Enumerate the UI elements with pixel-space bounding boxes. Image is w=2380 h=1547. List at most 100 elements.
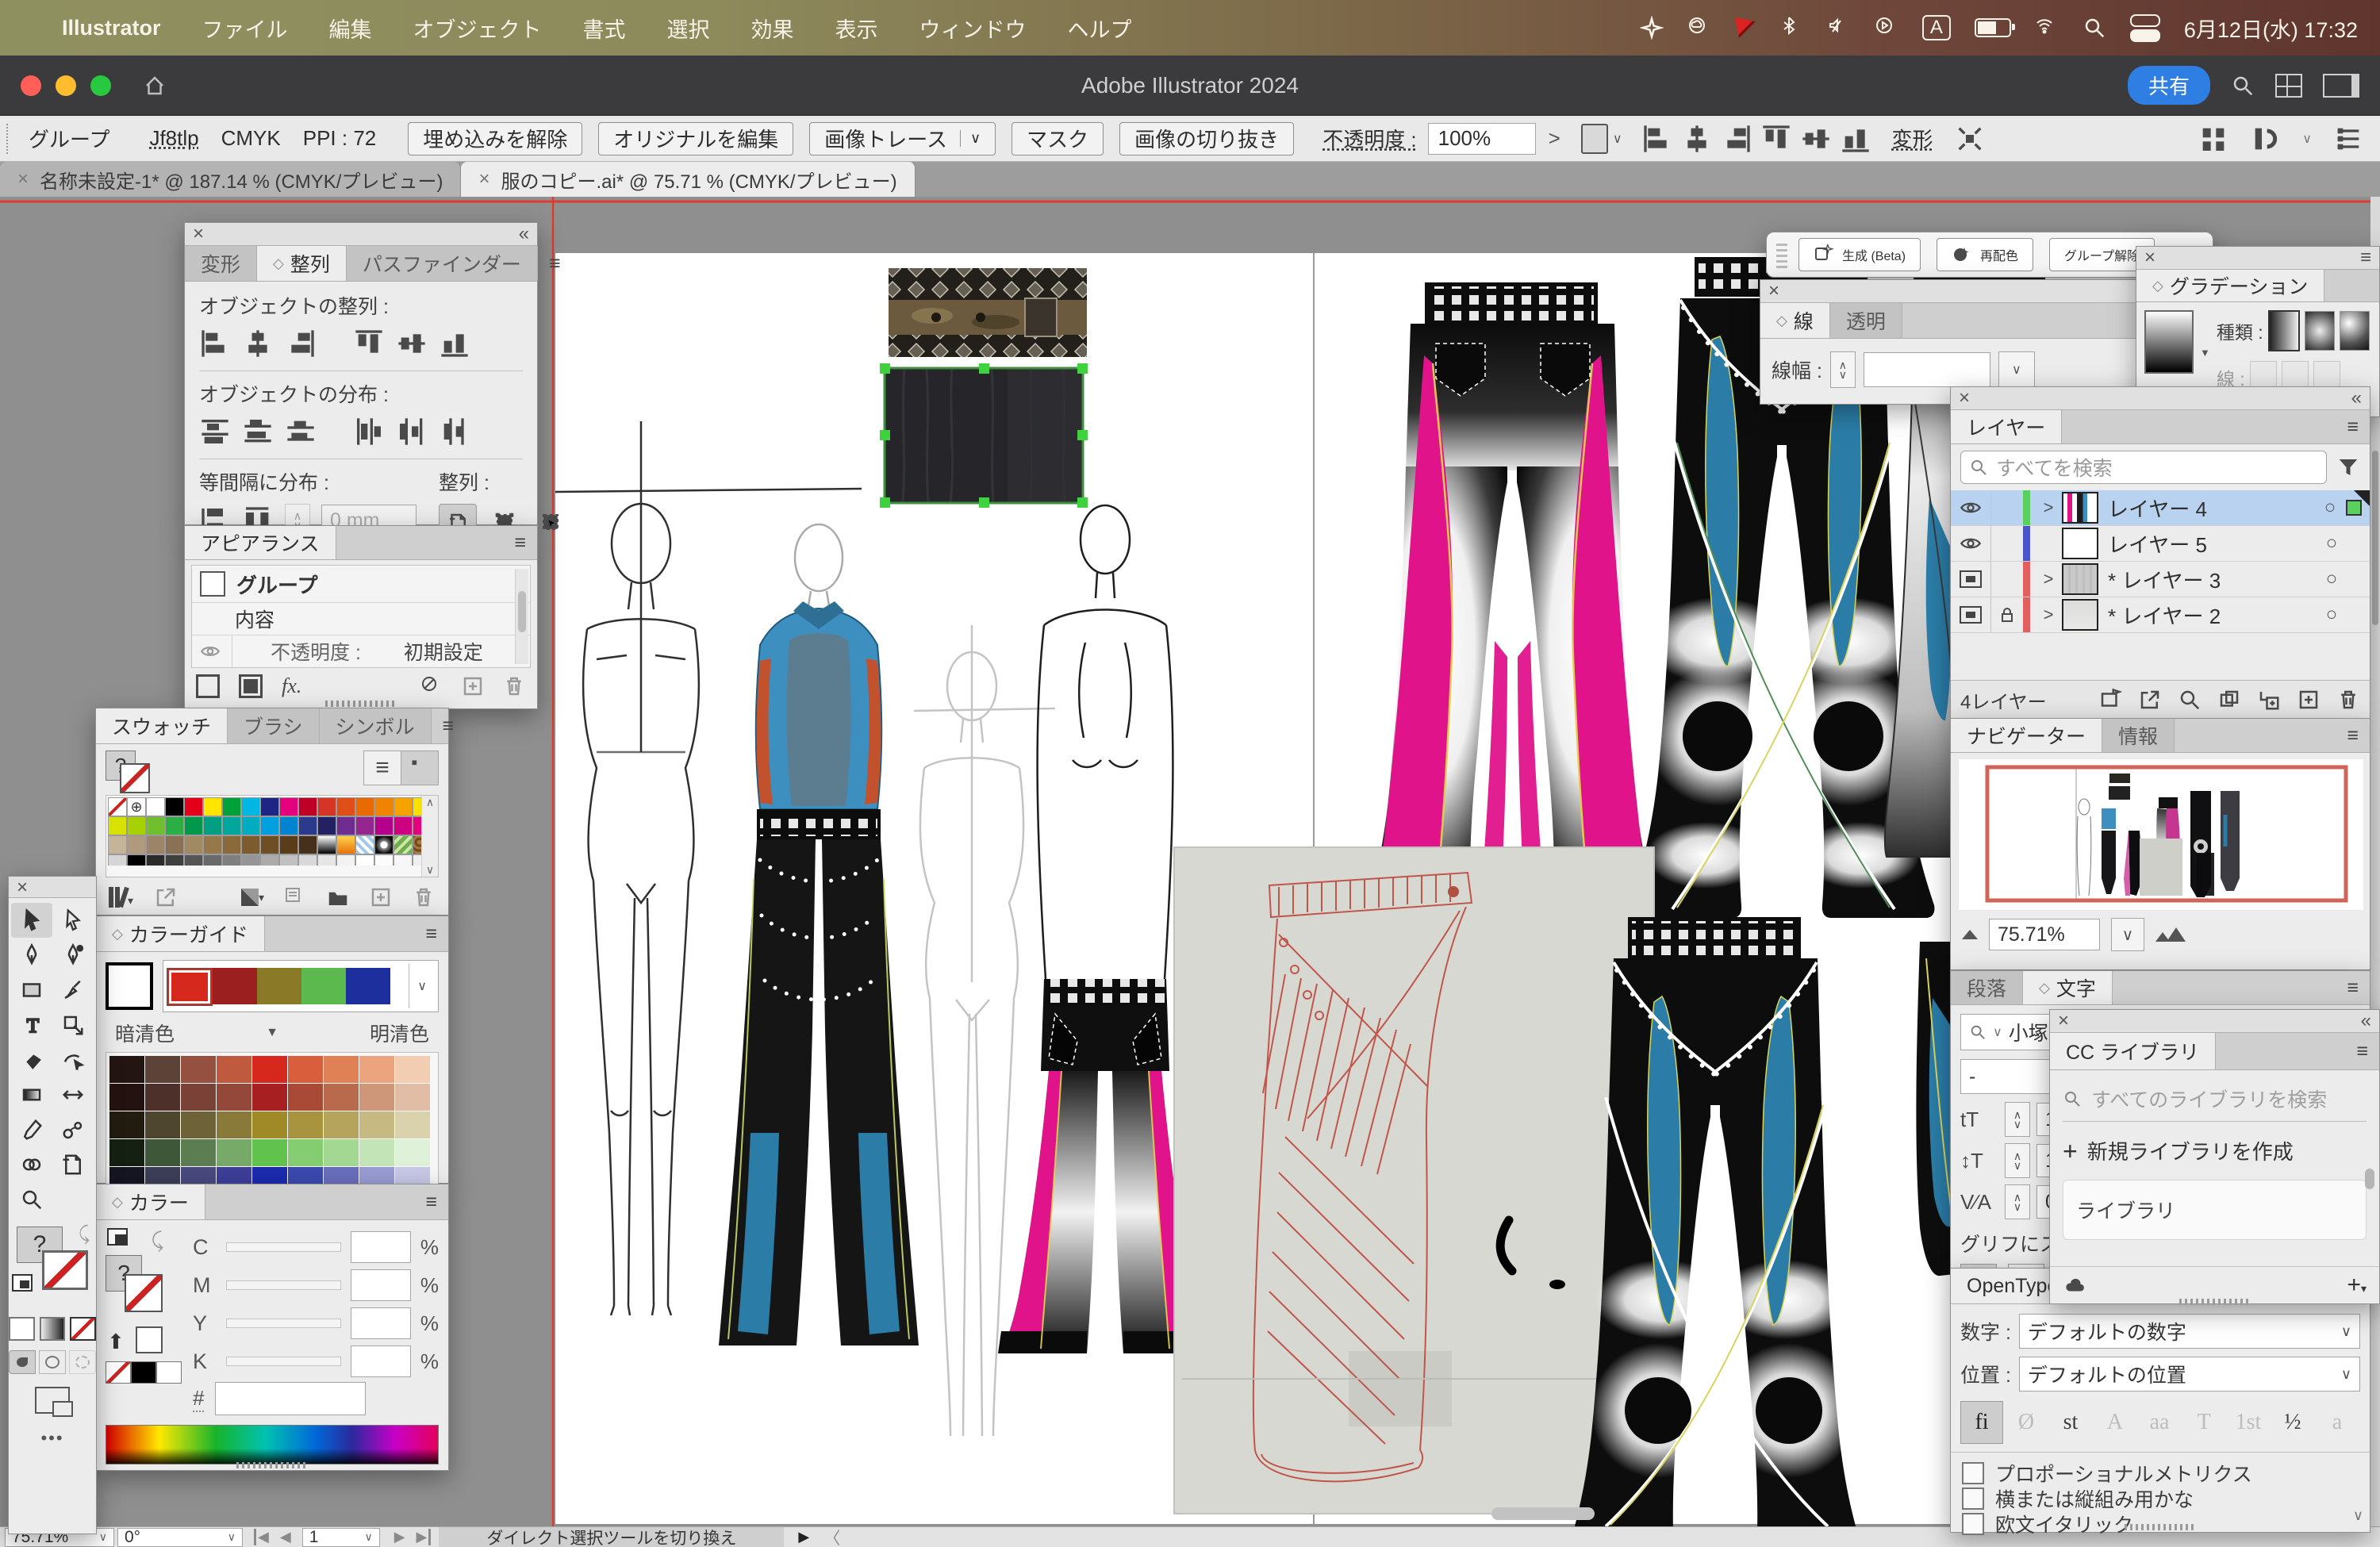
swatch-0-10[interactable] [298, 797, 317, 816]
swatch-2-1[interactable] [127, 835, 146, 854]
checkbox-icon[interactable] [1962, 1488, 1984, 1510]
swatch-3-7[interactable] [241, 854, 260, 866]
layers-filter-icon[interactable] [2336, 455, 2360, 479]
harmony-swatch-1[interactable] [213, 968, 257, 1004]
align-left-icon[interactable] [199, 328, 231, 359]
opentype-glyph-½[interactable]: ½ [2271, 1401, 2314, 1444]
menu-item-1[interactable]: 編集 [309, 13, 393, 44]
wifi-icon[interactable] [2035, 16, 2059, 40]
current-swatch[interactable]: ? [106, 750, 153, 792]
layer-row-レイヤー 4[interactable]: >レイヤー 4○ [1951, 490, 2370, 526]
document-tab-0[interactable]: ×名称未設定-1* @ 187.14 % (CMYK/プレビュー) [0, 162, 461, 197]
opentype-glyph-aa[interactable]: aa [2138, 1401, 2181, 1444]
channel-field-K[interactable] [351, 1345, 411, 1377]
search-icon[interactable] [2231, 74, 2255, 98]
opentype-glyph-st[interactable]: st [2049, 1401, 2092, 1444]
cg-swatch-1-8[interactable] [395, 1084, 430, 1111]
navigator-zoom-dropdown[interactable]: ∨ [2111, 918, 2144, 951]
white-proxy[interactable] [136, 1326, 163, 1353]
swatch-3-12[interactable] [336, 854, 355, 866]
cg-swatch-1-5[interactable] [288, 1084, 323, 1111]
tab-color[interactable]: ◇カラー [96, 1184, 205, 1219]
layer-thumbnail[interactable] [2062, 599, 2098, 631]
opentype-glyph-A[interactable]: A [2094, 1401, 2136, 1444]
base-color-swatch[interactable] [106, 962, 153, 1010]
swatch-3-0[interactable] [108, 854, 127, 866]
swatch-0-9[interactable] [279, 797, 298, 816]
cg-swatch-1-7[interactable] [359, 1084, 394, 1111]
swatch-1-1[interactable] [127, 816, 146, 835]
play-circle-icon[interactable] [1875, 16, 1898, 40]
constrain-dropdown[interactable]: ∨ [2302, 131, 2312, 147]
layer-target-icon[interactable]: ○ [2316, 532, 2347, 555]
creative-cloud-icon[interactable] [1687, 16, 1711, 40]
dist-vcenter-icon[interactable] [242, 416, 274, 447]
colorguide-menu-icon[interactable]: ≡ [414, 916, 448, 951]
mute-icon[interactable] [1827, 16, 1851, 40]
free-transform-tool[interactable] [52, 1008, 94, 1042]
figure-select[interactable]: デフォルトの数字∨ [2019, 1314, 2360, 1349]
menu-item-6[interactable]: 表示 [815, 13, 899, 44]
dist-right-icon[interactable] [439, 416, 470, 447]
opentype-glyph-fi[interactable]: fi [1960, 1401, 2003, 1444]
swatch-3-9[interactable] [279, 854, 298, 866]
library-card[interactable]: ライブラリ [2063, 1180, 2367, 1240]
cg-swatch-0-8[interactable] [395, 1056, 430, 1083]
appearance-scrollbar[interactable] [515, 569, 528, 664]
swatch-1-9[interactable] [279, 816, 298, 835]
blend-tool[interactable] [52, 1112, 94, 1147]
selection-tool[interactable] [11, 903, 52, 938]
appearance-opacity-row[interactable]: 不透明度 : 初期設定 [192, 635, 530, 667]
tab-brushes[interactable]: ブラシ [228, 708, 320, 743]
stroke-proxy[interactable] [125, 1274, 163, 1312]
collapse-icon[interactable]: « [519, 223, 528, 245]
swatch-0-8[interactable] [260, 797, 279, 816]
swatch-0-13[interactable] [355, 797, 374, 816]
swatch-1-6[interactable] [222, 816, 241, 835]
gradient-radial-button[interactable] [2305, 311, 2335, 351]
swatch-3-2[interactable] [146, 854, 165, 866]
swatch-3-13[interactable] [355, 854, 374, 866]
tab-close-icon[interactable]: × [478, 168, 489, 190]
tab-stroke[interactable]: ◇線 [1760, 303, 1830, 338]
rotation-field[interactable]: 0°∨ [117, 1528, 243, 1547]
font-size-stepper[interactable]: ∧∨ [2005, 1102, 2030, 1137]
h-scrollbar-thumb[interactable] [1491, 1507, 1595, 1520]
layers-menu-icon[interactable]: ≡ [2336, 410, 2370, 443]
make-mask-icon[interactable] [2217, 688, 2241, 712]
channel-field-M[interactable] [351, 1269, 411, 1301]
toolbar-swap-icon[interactable]: ⤸ [79, 1223, 90, 1246]
swatch-2-13[interactable] [355, 835, 374, 854]
opentype-glyph-Ø[interactable]: Ø [2005, 1401, 2048, 1444]
gradient-close-icon[interactable]: × [2144, 247, 2155, 269]
zoom-in-icon[interactable] [2155, 927, 2186, 942]
swatch-2-6[interactable] [222, 835, 241, 854]
mask-button[interactable]: マスク [1012, 122, 1104, 155]
curvature-tool[interactable] [52, 938, 94, 973]
channel-slider-M[interactable] [226, 1280, 341, 1290]
swatch-0-7[interactable] [241, 797, 260, 816]
position-select[interactable]: デフォルトの位置∨ [2019, 1357, 2360, 1392]
last-artboard-icon[interactable]: ▶ [416, 1529, 432, 1545]
toolbar-more-icon[interactable]: ••• [9, 1428, 96, 1449]
cg-swatch-2-7[interactable] [359, 1111, 394, 1138]
document-tab-1[interactable]: ×服のコピー.ai* @ 75.71 % (CMYK/プレビュー) [461, 162, 915, 197]
layer-visibility-icon[interactable] [1951, 562, 1991, 597]
draw-inside-button[interactable] [69, 1350, 96, 1374]
recolor-button[interactable]: 再配色 [1937, 238, 2033, 271]
cclib-collapse-icon[interactable]: « [2361, 1010, 2370, 1032]
stroke-close-icon[interactable]: × [1768, 280, 1779, 302]
cb-align-icon-3[interactable] [1760, 123, 1792, 155]
new-effect-icon[interactable]: fx. [282, 674, 301, 698]
harmony-rules-dropdown[interactable]: ∨ [409, 964, 435, 1008]
gradient-freeform-button[interactable] [2340, 311, 2370, 351]
dist-top-icon[interactable] [199, 416, 231, 447]
type-tool[interactable]: T [11, 1008, 52, 1042]
align-right-icon[interactable] [285, 328, 317, 359]
swatch-libraries-icon[interactable]: ▾ [109, 887, 133, 908]
align-vcenter-icon[interactable] [396, 328, 428, 359]
align-top-icon[interactable] [353, 328, 385, 359]
kerning-stepper[interactable]: ∧∨ [2005, 1184, 2030, 1219]
checkbox-icon[interactable] [1962, 1513, 1984, 1535]
menu-item-2[interactable]: オブジェクト [393, 13, 562, 44]
